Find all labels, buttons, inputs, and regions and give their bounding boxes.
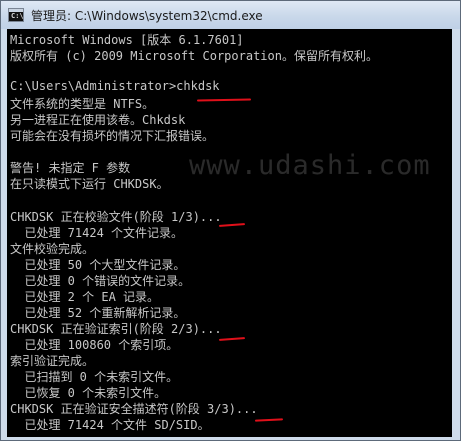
console-line: 文件系统的类型是 NTFS。 <box>10 97 155 112</box>
console-area[interactable]: Microsoft Windows [版本 6.1.7601] 版权所有 (c)… <box>7 29 455 437</box>
typed-command: chkdsk <box>176 79 220 94</box>
watermark: www.udashi.com <box>189 150 431 181</box>
console-scrollbar[interactable] <box>452 29 457 437</box>
console-line: 索引验证完成。 <box>10 353 95 368</box>
console-line: 已恢复 0 个未索引文件。 <box>10 386 167 401</box>
console-line: 已处理 52 个重新解析记录。 <box>10 305 186 320</box>
title-bar[interactable]: C:\ 管理员: C:\Windows\system32\cmd.exe <box>1 1 460 29</box>
console-line: 版权所有 (c) 2009 Microsoft Corporation。保留所有… <box>10 49 378 64</box>
console-output: Microsoft Windows [版本 6.1.7601] 版权所有 (c)… <box>10 31 378 432</box>
console-line: 已扫描到 0 个未索引文件。 <box>10 369 179 384</box>
console-line: 已处理 71424 个文件 SD/SID。 <box>10 418 210 433</box>
console-line: 文件校验完成。 <box>10 241 95 256</box>
console-line: CHKDSK 正在验证索引(阶段 2/3)... <box>10 321 222 336</box>
window-title: 管理员: C:\Windows\system32\cmd.exe <box>31 9 263 23</box>
console-prompt-line: C:\Users\Administrator>chkdsk <box>10 79 378 95</box>
icon-prompt-text: C:\ <box>11 12 24 20</box>
prompt-path: C:\Users\Administrator> <box>10 79 177 94</box>
console-line: 另一进程正在使用该卷。Chkdsk <box>10 113 186 128</box>
console-line: 已处理 50 个大型文件记录。 <box>10 257 186 272</box>
console-line: CHKDSK 正在校验文件(阶段 1/3)... <box>10 209 222 224</box>
console-line: 已处理 0 个错误的文件记录。 <box>10 273 191 288</box>
cmd-app-icon[interactable]: C:\ <box>8 8 24 22</box>
console-line: 已处理 2 个 EA 记录。 <box>10 289 160 304</box>
console-line: CHKDSK 正在验证安全描述符(阶段 3/3)... <box>10 402 258 417</box>
console-line: 已处理 71424 个文件记录。 <box>10 225 184 240</box>
console-line: 可能会在没有损坏的情况下汇报错误。 <box>10 129 215 144</box>
console-line: Microsoft Windows [版本 6.1.7601] <box>10 33 244 47</box>
console-line: 已处理 100860 个索引项。 <box>10 337 179 352</box>
cmd-window: C:\ 管理员: C:\Windows\system32\cmd.exe Mic… <box>0 0 461 441</box>
